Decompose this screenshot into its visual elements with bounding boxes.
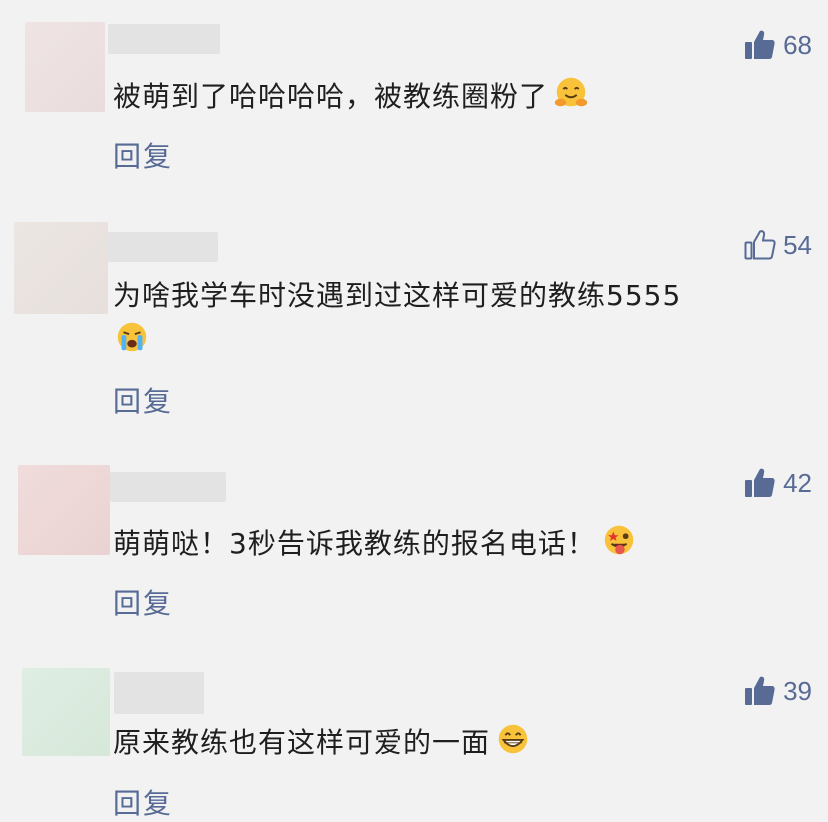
username[interactable] bbox=[108, 24, 220, 54]
thumbs-up-icon bbox=[745, 30, 775, 59]
comment-text: 原来教练也有这样可爱的一面 bbox=[113, 720, 532, 765]
comment-text: 被萌到了哈哈哈哈，被教练圈粉了 bbox=[113, 74, 590, 119]
avatar[interactable] bbox=[25, 22, 105, 112]
like-count: 68 bbox=[783, 29, 812, 60]
like-button[interactable]: 68 bbox=[743, 28, 812, 62]
like-button[interactable]: 54 bbox=[743, 228, 812, 262]
like-count: 42 bbox=[783, 467, 812, 498]
thumbs-up-outline-icon bbox=[744, 230, 776, 260]
hugging-face-icon bbox=[554, 77, 588, 107]
loudly-crying-face-icon bbox=[117, 322, 147, 352]
username[interactable] bbox=[114, 672, 204, 714]
reply-link[interactable]: 回复 bbox=[113, 582, 173, 622]
reply-link[interactable]: 回复 bbox=[113, 782, 173, 822]
thumbs-up-icon bbox=[745, 468, 775, 497]
star-struck-tongue-face-icon bbox=[604, 525, 634, 555]
like-button[interactable]: 39 bbox=[743, 674, 812, 708]
reply-link[interactable]: 回复 bbox=[113, 380, 173, 420]
like-count: 54 bbox=[783, 229, 812, 260]
username[interactable] bbox=[108, 232, 218, 262]
avatar[interactable] bbox=[18, 465, 110, 555]
like-count: 39 bbox=[783, 675, 812, 706]
thumbs-up-icon bbox=[745, 676, 775, 705]
avatar[interactable] bbox=[14, 222, 108, 314]
username[interactable] bbox=[110, 472, 226, 502]
comment-text: 为啥我学车时没遇到过这样可爱的教练5555 bbox=[113, 274, 681, 363]
like-button[interactable]: 42 bbox=[743, 466, 812, 500]
comment-text: 萌萌哒！3秒告诉我教练的报名电话！ bbox=[113, 521, 638, 566]
reply-link[interactable]: 回复 bbox=[113, 135, 173, 175]
avatar[interactable] bbox=[22, 668, 110, 756]
grinning-face-icon bbox=[498, 724, 528, 754]
